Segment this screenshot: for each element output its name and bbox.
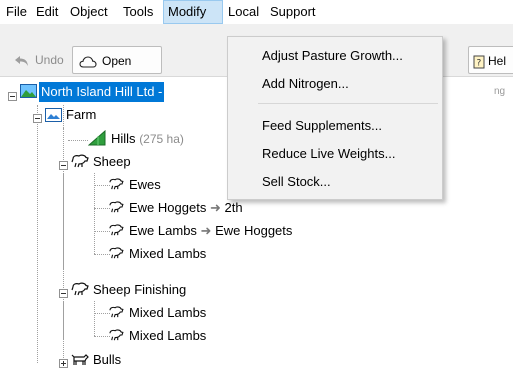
farm-image-icon	[45, 108, 62, 122]
ewe-hoggets-label: Ewe Hoggets	[129, 200, 207, 215]
menu-item-reduce-live-weights[interactable]: Reduce Live Weights...	[228, 141, 442, 167]
tree-node-finishing-mixed-lambs[interactable]: Mixed Lambs	[129, 326, 206, 346]
tree-connector	[68, 140, 88, 141]
sheep-icon	[109, 329, 124, 341]
tree-connector	[94, 301, 95, 336]
help-button[interactable]: ? Hel	[468, 46, 513, 74]
menu-edit[interactable]: Edit	[32, 0, 62, 24]
tree-node-ewe-lambs[interactable]: Ewe Lambs ➜ Ewe Hoggets	[129, 221, 292, 241]
collapse-sheep-toggle[interactable]	[59, 161, 68, 170]
tree-node-bulls[interactable]: Bulls	[93, 350, 121, 370]
help-label: Hel	[488, 54, 507, 68]
tree-node-sheep-finishing[interactable]: Sheep Finishing	[93, 280, 186, 300]
ewe-lambs-label: Ewe Lambs	[129, 223, 197, 238]
tree-node-mixed-lambs[interactable]: Mixed Lambs	[129, 244, 206, 264]
farm-image-icon	[20, 84, 37, 98]
collapse-root-toggle[interactable]	[8, 92, 17, 101]
menu-object[interactable]: Object	[66, 0, 112, 24]
undo-icon	[15, 55, 28, 66]
sheep-icon	[71, 154, 89, 168]
open-button[interactable]: Open	[72, 46, 162, 74]
open-label: Open	[102, 54, 132, 68]
collapse-farm-toggle[interactable]	[33, 114, 42, 123]
hills-area: (275 ha)	[139, 132, 184, 146]
tree-node-ewe-hoggets[interactable]: Ewe Hoggets ➜ 2th	[129, 198, 243, 218]
menu-modify[interactable]: Modify	[163, 0, 223, 24]
menu-support[interactable]: Support	[266, 0, 320, 24]
root-trailing-text: ng	[494, 86, 506, 97]
tree-node-ewes[interactable]: Ewes	[129, 175, 161, 195]
menu-item-feed-supplements[interactable]: Feed Supplements...	[228, 113, 442, 139]
tree-connector	[63, 105, 64, 358]
help-book-icon: ?	[473, 55, 485, 69]
ewe-lambs-target: Ewe Hoggets	[215, 223, 293, 238]
undo-button[interactable]: Undo	[8, 46, 68, 74]
arrow-right-icon: ➜	[200, 223, 212, 238]
menu-file[interactable]: File	[2, 0, 31, 24]
menu-item-sell-stock[interactable]: Sell Stock...	[228, 169, 442, 195]
tree-node-farm[interactable]: Farm	[66, 105, 96, 125]
cloud-icon	[79, 56, 97, 68]
sheep-icon	[109, 201, 124, 213]
cattle-icon	[71, 354, 89, 365]
hills-label: Hills	[111, 131, 136, 146]
tree-node-finishing-mixed-lambs[interactable]: Mixed Lambs	[129, 303, 206, 323]
arrow-right-icon: ➜	[209, 200, 221, 215]
svg-text:?: ?	[477, 58, 482, 68]
modify-menu-dropdown: Adjust Pasture Growth... Add Nitrogen...…	[227, 36, 443, 200]
collapse-sheep-finishing-toggle[interactable]	[59, 289, 68, 298]
tree-connector	[94, 173, 95, 254]
tree-node-root[interactable]: North Island Hill Ltd -	[39, 82, 165, 102]
menu-local[interactable]: Local	[224, 0, 263, 24]
menu-item-add-nitrogen[interactable]: Add Nitrogen...	[228, 71, 442, 97]
sheep-icon	[109, 224, 124, 236]
undo-label: Undo	[35, 53, 64, 67]
expand-bulls-toggle[interactable]	[59, 359, 68, 368]
tree-node-sheep[interactable]: Sheep	[93, 152, 131, 172]
sheep-icon	[109, 247, 124, 259]
sheep-icon	[109, 306, 124, 318]
menu-tools[interactable]: Tools	[119, 0, 157, 24]
menu-separator	[258, 103, 438, 104]
paddock-icon	[88, 130, 106, 146]
menu-bar: File Edit Object Tools Modify Local Supp…	[0, 0, 513, 24]
tree-node-hills[interactable]: Hills (275 ha)	[111, 129, 184, 149]
sheep-icon	[109, 178, 124, 190]
tree-connector	[37, 105, 38, 363]
sheep-icon	[71, 282, 89, 296]
menu-item-adjust-pasture-growth[interactable]: Adjust Pasture Growth...	[228, 43, 442, 69]
ewe-hoggets-target: 2th	[224, 200, 243, 215]
